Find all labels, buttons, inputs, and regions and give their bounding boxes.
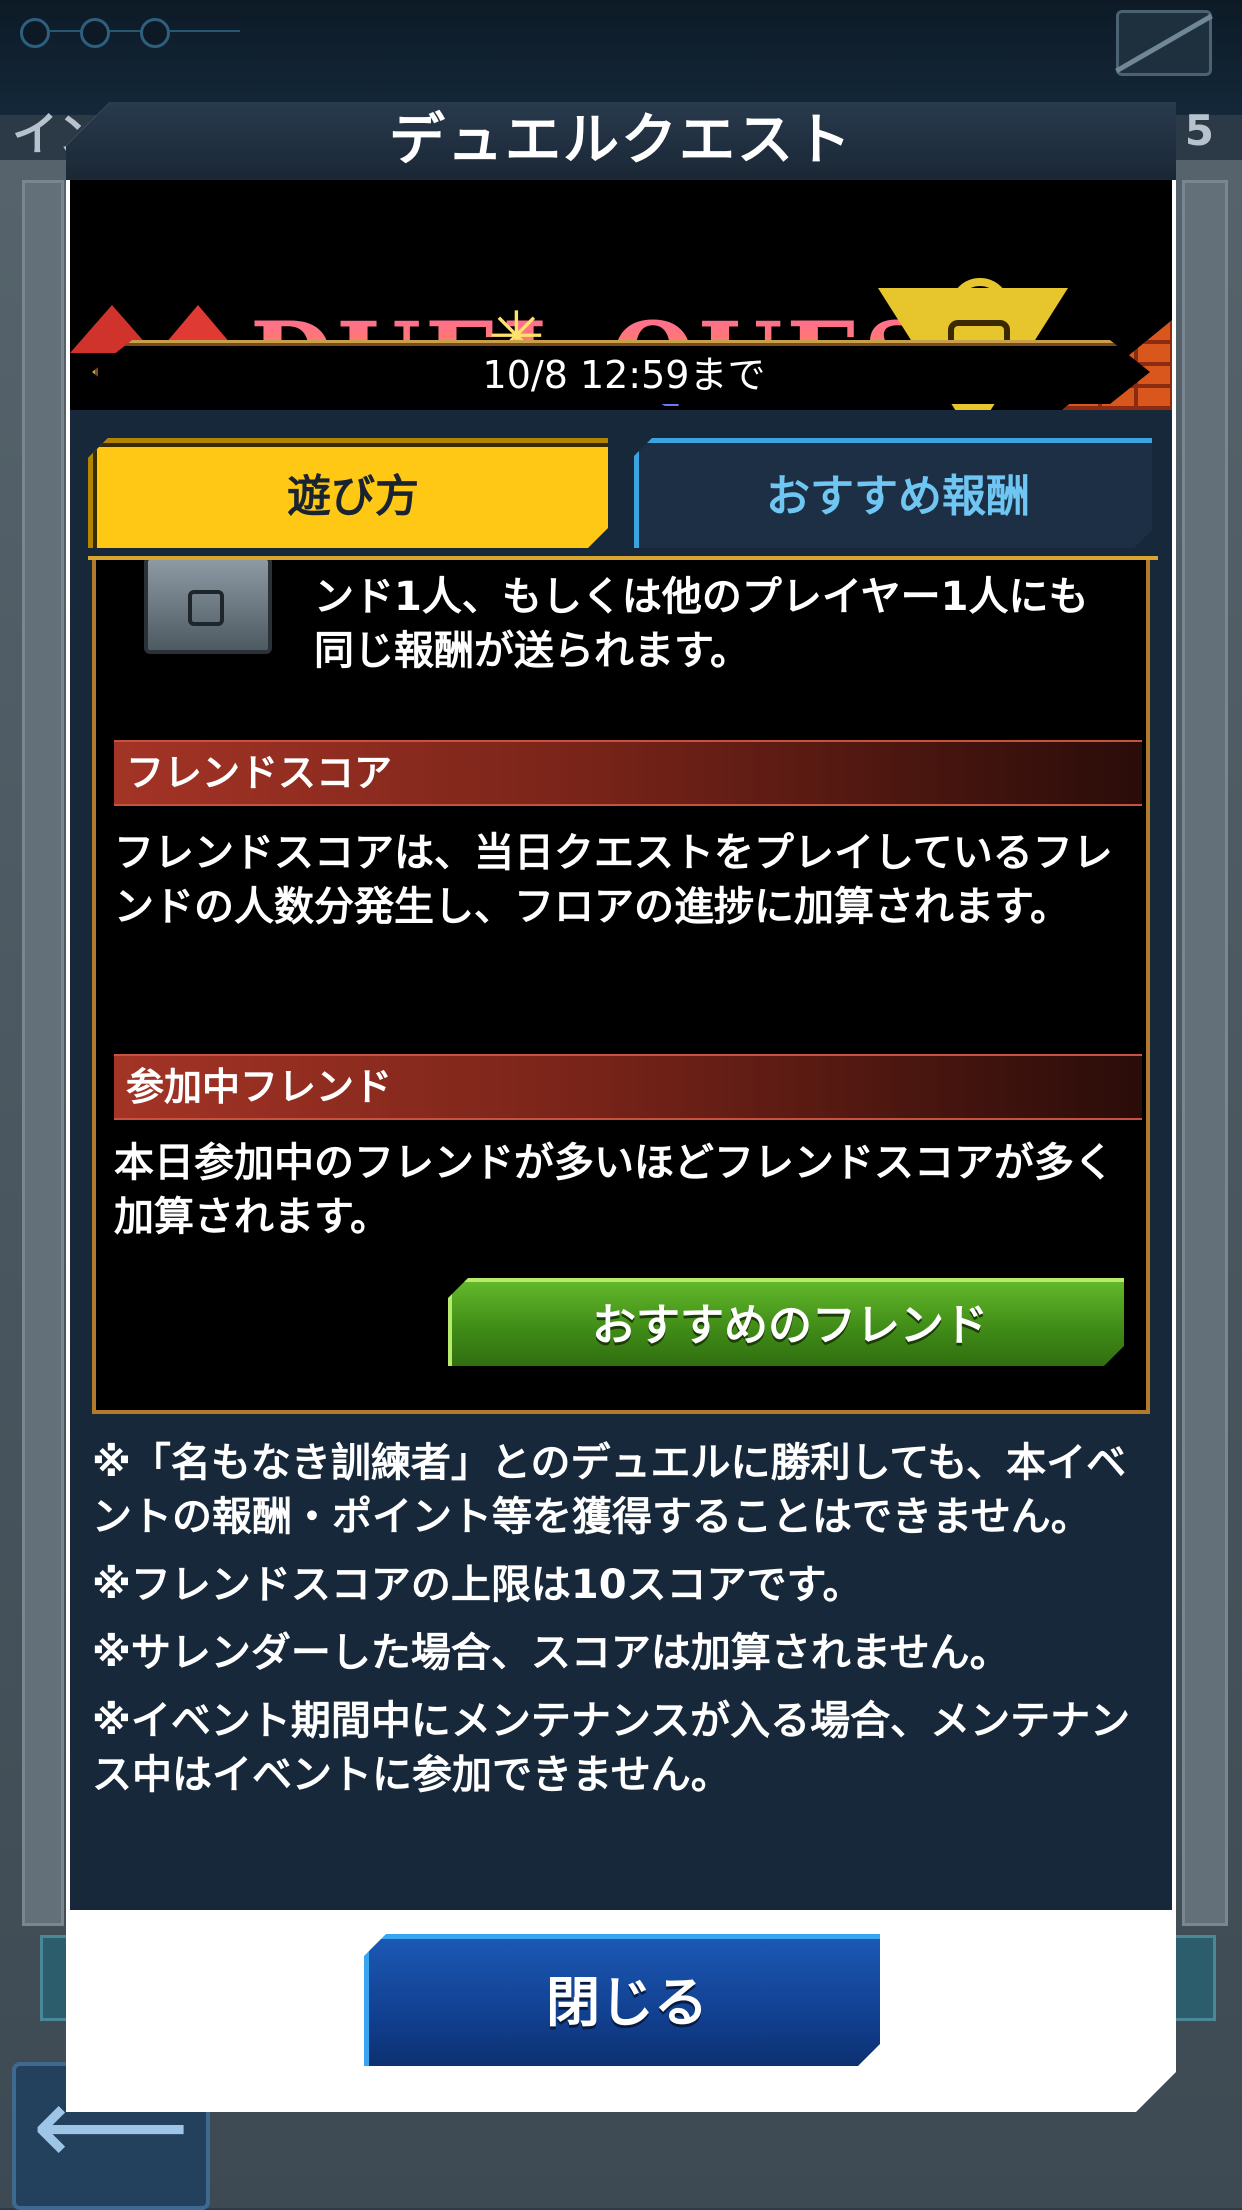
section-body-participating-friends: 本日参加中のフレンドが多いほどフレンドスコアが多く加算されます。: [114, 1140, 1114, 1240]
background-count: 5: [1184, 106, 1214, 155]
recommended-friends-button[interactable]: おすすめのフレンド: [448, 1278, 1124, 1366]
dialog-title: デュエルクエスト: [389, 108, 853, 173]
dialog-header: デュエルクエスト: [66, 102, 1176, 180]
note-item: ※フレンドスコアの上限は10スコアです。: [92, 1562, 863, 1608]
tab-recommended-rewards[interactable]: おすすめ報酬: [634, 438, 1152, 548]
how-to-play-content[interactable]: ンド1人、もしくは他のプレイヤー1人にも同じ報酬が送られます。 フレンドスコア …: [92, 560, 1150, 1414]
camera-off-icon: [1116, 10, 1212, 76]
note-item: ※サレンダーした場合、スコアは加算されません。: [92, 1630, 1010, 1676]
background-frame-left: [22, 180, 64, 1926]
duel-quest-dialog: デュエルクエスト DUEL QUEST ✳ 10/8 12:59まで 遊び方 お…: [66, 102, 1176, 2112]
note-item: ※「名もなき訓練者」とのデュエルに勝利しても、本イベントの報酬・ポイント等を獲得…: [92, 1440, 1127, 1540]
note-item: ※イベント期間中にメンテナンスが入る場合、メンテナンス中はイベントに参加できませ…: [92, 1698, 1131, 1798]
treasure-chest-icon: [144, 560, 272, 654]
event-period-text: 10/8 12:59まで: [482, 353, 766, 397]
section-header-participating-friends: 参加中フレンド: [114, 1054, 1142, 1120]
close-button-label: 閉じる: [546, 1971, 708, 2034]
lock-icon: [188, 590, 224, 626]
close-button[interactable]: 閉じる: [364, 1934, 880, 2066]
section-body-friend-score: フレンドスコアは、当日クエストをプレイしているフレンドの人数分発生し、フロアの進…: [114, 830, 1113, 930]
section-header-friend-score: フレンドスコア: [114, 740, 1142, 806]
background-top-bar: [0, 0, 1242, 115]
section-heading: フレンドスコア: [126, 751, 393, 795]
tab-label: おすすめ報酬: [766, 471, 1030, 522]
circuit-decoration: [20, 18, 240, 82]
dialog-panel: DUEL QUEST ✳ 10/8 12:59まで 遊び方 おすすめ報酬 ンド1…: [70, 180, 1172, 1910]
recommended-friends-label: おすすめのフレンド: [592, 1300, 988, 1351]
event-period-bar: 10/8 12:59まで: [92, 340, 1150, 404]
tab-how-to-play[interactable]: 遊び方: [88, 438, 608, 548]
background-frame-right: [1182, 180, 1228, 1926]
reward-description: ンド1人、もしくは他のプレイヤー1人にも同じ報酬が送られます。: [314, 574, 1089, 674]
section-heading: 参加中フレンド: [126, 1065, 393, 1109]
notes-list: ※「名もなき訓練者」とのデュエルに勝利しても、本イベントの報酬・ポイント等を獲得…: [92, 1436, 1152, 1816]
tab-label: 遊び方: [287, 471, 419, 522]
